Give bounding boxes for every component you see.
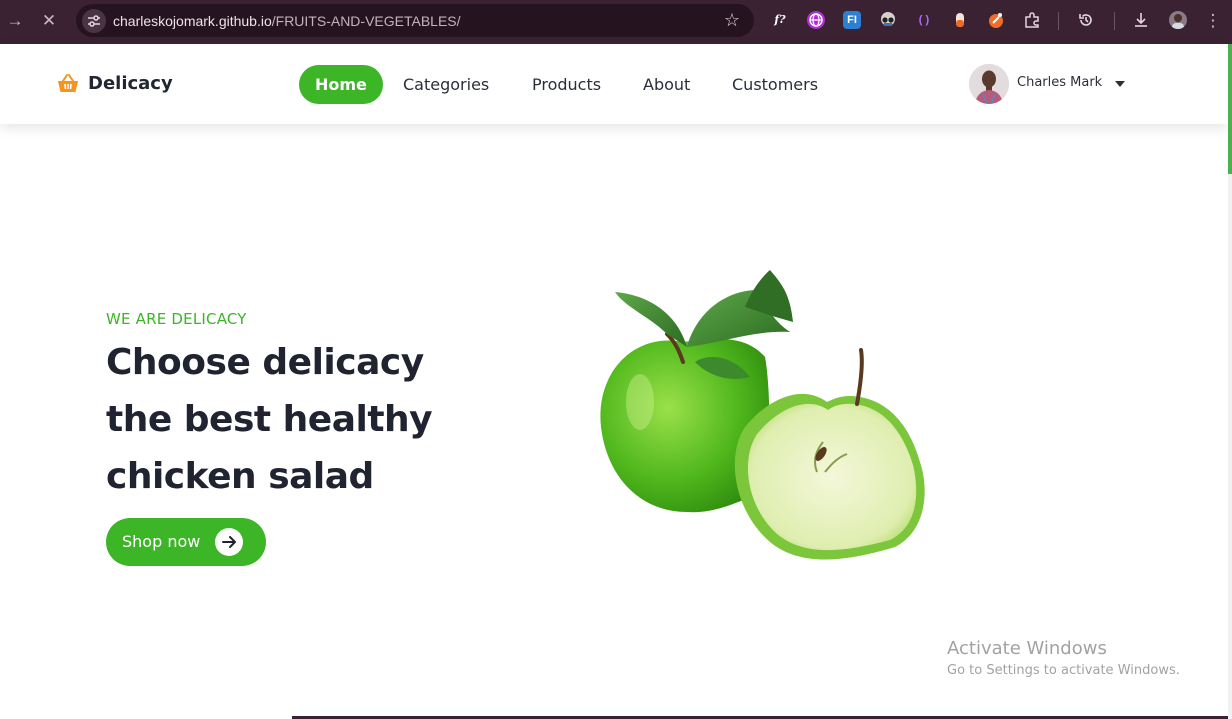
- watermark-subtitle: Go to Settings to activate Windows.: [947, 663, 1180, 678]
- puzzle-icon[interactable]: [1023, 11, 1041, 29]
- url-path: /FRUITS-AND-VEGETABLES/: [271, 13, 461, 29]
- toolbar-divider: [1114, 12, 1115, 30]
- nav-categories[interactable]: Categories: [403, 65, 489, 104]
- profile-avatar-icon[interactable]: [1169, 11, 1187, 29]
- address-bar[interactable]: charleskojomark.github.io/FRUITS-AND-VEG…: [76, 4, 754, 37]
- bookmark-star-icon[interactable]: ☆: [724, 10, 740, 30]
- hero-eyebrow: WE ARE DELICACY: [106, 310, 247, 328]
- headline-line: the best healthy: [106, 399, 433, 440]
- toolbar-divider: [1058, 12, 1059, 30]
- page-scrollbar[interactable]: [1228, 44, 1232, 719]
- headline-line: chicken salad: [106, 456, 374, 497]
- headline-line: Choose delicacy: [106, 342, 424, 383]
- nav-home[interactable]: Home: [299, 65, 383, 104]
- browser-toolbar: → ✕ charleskojomark.github.io/FRUITS-AND…: [0, 0, 1232, 44]
- fi-extension-icon[interactable]: FI: [843, 11, 861, 29]
- brand-name: Delicacy: [88, 73, 173, 94]
- shop-now-label: Shop now: [122, 532, 201, 551]
- site-header: Delicacy Home Categories Products About …: [0, 44, 1228, 124]
- watermark-title: Activate Windows: [947, 638, 1107, 659]
- hero-headline: Choose delicacy the best healthy chicken…: [106, 334, 486, 505]
- shop-now-button[interactable]: Shop now: [106, 518, 266, 566]
- menu-kebab-icon[interactable]: ⋮: [1200, 8, 1226, 34]
- download-icon[interactable]: [1132, 11, 1150, 29]
- scrollbar-thumb[interactable]: [1228, 44, 1232, 174]
- glasses-extension-icon[interactable]: [879, 11, 897, 29]
- avatar[interactable]: [969, 64, 1009, 104]
- globe-extension-icon[interactable]: [807, 11, 825, 29]
- nav-about[interactable]: About: [643, 65, 690, 104]
- user-name: Charles Mark: [1017, 75, 1103, 90]
- site-info-icon[interactable]: [82, 9, 106, 33]
- green-apples-image: [595, 262, 935, 572]
- brackets-extension-icon[interactable]: ( ): [915, 11, 933, 29]
- basket-icon: [57, 72, 79, 99]
- stop-loading-icon[interactable]: ✕: [36, 8, 62, 34]
- nav-products[interactable]: Products: [532, 65, 601, 104]
- function-icon[interactable]: f?: [771, 11, 789, 29]
- hand-extension-icon[interactable]: [987, 11, 1005, 29]
- arrow-right-icon: [215, 528, 243, 556]
- history-icon[interactable]: [1077, 11, 1095, 29]
- url-text[interactable]: charleskojomark.github.io/FRUITS-AND-VEG…: [113, 13, 461, 29]
- forward-icon[interactable]: →: [2, 8, 28, 34]
- windows-activation-watermark: Activate Windows Go to Settings to activ…: [947, 638, 1180, 678]
- nav-customers[interactable]: Customers: [732, 65, 818, 104]
- url-host: charleskojomark.github.io: [113, 13, 272, 29]
- chevron-down-icon[interactable]: [1115, 81, 1125, 87]
- capsule-extension-icon[interactable]: [951, 11, 969, 29]
